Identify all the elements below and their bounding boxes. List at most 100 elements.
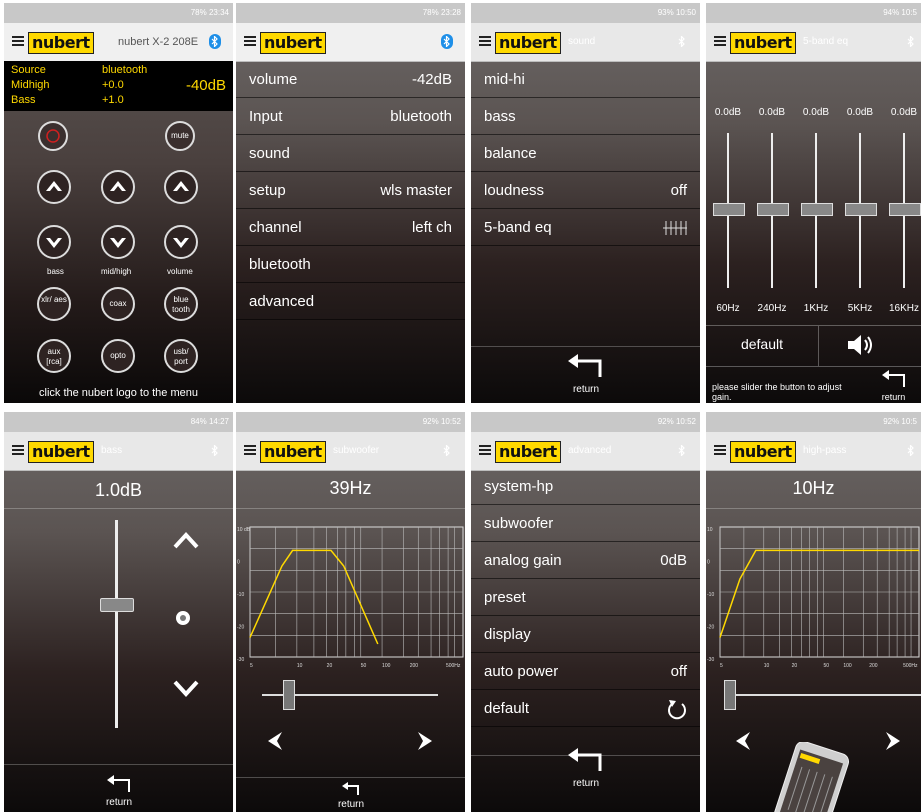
menu-item-label: preset: [484, 589, 526, 606]
return-button[interactable]: return: [94, 774, 144, 808]
frequency-down-button[interactable]: [266, 730, 284, 757]
bass-down-button[interactable]: [172, 678, 200, 703]
bluetooth-icon[interactable]: [209, 34, 221, 49]
menu-item-volume[interactable]: volume -42dB: [236, 61, 465, 98]
app-header: nubert nubert X-2 208E: [4, 23, 233, 62]
nubert-logo[interactable]: nubert: [28, 32, 94, 54]
source-coax-button[interactable]: coax: [101, 287, 135, 321]
frequency-down-button[interactable]: [734, 730, 752, 757]
return-button[interactable]: return: [556, 747, 616, 789]
info-display: Source bluetooth Midhigh +0.0 Bass +1.0 …: [4, 61, 233, 111]
bluetooth-icon[interactable]: [441, 34, 453, 49]
source-xlr-button[interactable]: xlr/ aes: [37, 287, 71, 321]
return-button[interactable]: return: [326, 782, 376, 810]
frequency-up-button[interactable]: [416, 730, 434, 757]
nubert-logo[interactable]: nubert: [260, 32, 326, 54]
menu-item-sound[interactable]: sound: [236, 135, 465, 172]
graph-tick-label: -30: [237, 657, 244, 663]
frequency-slider-thumb[interactable]: [724, 680, 736, 710]
menu-item-bass[interactable]: bass: [471, 98, 700, 135]
bluetooth-icon[interactable]: [676, 34, 688, 49]
status-bar: 92% 10:52: [236, 412, 465, 432]
bluetooth-icon[interactable]: [209, 443, 221, 458]
menu-item-label: balance: [484, 145, 537, 162]
eq-slider-thumb[interactable]: [889, 203, 921, 216]
eq-slider-thumb[interactable]: [713, 203, 745, 216]
bass-label: bass: [47, 267, 64, 276]
menu-item-5band-eq[interactable]: 5-band eq: [471, 209, 700, 246]
info-bass-key: Bass: [11, 94, 36, 106]
menu-item-midhi[interactable]: mid-hi: [471, 61, 700, 98]
bluetooth-icon[interactable]: [441, 443, 453, 458]
menu-icon[interactable]: [479, 36, 491, 46]
eq-gain-label: 0.0dB: [846, 107, 874, 118]
nubert-logo[interactable]: nubert: [730, 32, 796, 54]
menu-icon[interactable]: [12, 445, 24, 455]
source-usb-button[interactable]: usb/ port: [164, 339, 198, 373]
bluetooth-icon[interactable]: [676, 443, 688, 458]
app-header: nubert advanced: [471, 432, 700, 471]
menu-item-balance[interactable]: balance: [471, 135, 700, 172]
menu-item-advanced[interactable]: advanced: [236, 283, 465, 320]
mute-button[interactable]: mute: [165, 121, 195, 151]
source-bluetooth-button[interactable]: blue tooth: [164, 287, 198, 321]
nubert-logo[interactable]: nubert: [730, 441, 796, 463]
menu-item-value: left ch: [411, 219, 452, 236]
eq-slider-thumb[interactable]: [845, 203, 877, 216]
volume-down-button[interactable]: [164, 225, 198, 259]
menu-item-analog-gain[interactable]: analog gain 0dB: [471, 542, 700, 579]
nubert-logo[interactable]: nubert: [28, 441, 94, 463]
bass-up-button[interactable]: [172, 530, 200, 555]
menu-item-label: bluetooth: [249, 256, 311, 273]
midhigh-label: mid/high: [101, 267, 132, 276]
speaker-button[interactable]: [846, 333, 876, 362]
power-button[interactable]: [38, 121, 68, 151]
menu-item-value: wls master: [380, 182, 452, 199]
nubert-logo[interactable]: nubert: [260, 441, 326, 463]
app-header: nubert subwoofer: [236, 432, 465, 471]
eq-slider-thumb[interactable]: [801, 203, 833, 216]
midhigh-up-button[interactable]: [101, 170, 135, 204]
nubert-logo[interactable]: nubert: [495, 32, 561, 54]
eq-gain-label: 0.0dB: [890, 107, 918, 118]
menu-item-system-hp[interactable]: system-hp: [471, 468, 700, 505]
source-aux-button[interactable]: aux [rca]: [37, 339, 71, 373]
menu-item-input[interactable]: Input bluetooth: [236, 98, 465, 135]
return-button[interactable]: return: [556, 353, 616, 395]
bass-slider-thumb[interactable]: [100, 598, 134, 612]
volume-up-button[interactable]: [164, 170, 198, 204]
menu-item-default[interactable]: default: [471, 690, 700, 727]
nubert-logo[interactable]: nubert: [495, 441, 561, 463]
bass-slider-track[interactable]: [115, 520, 118, 728]
menu-item-preset[interactable]: preset: [471, 579, 700, 616]
menu-icon[interactable]: [244, 445, 256, 455]
source-opto-button[interactable]: opto: [101, 339, 135, 373]
menu-icon[interactable]: [714, 36, 726, 46]
bass-down-button[interactable]: [37, 225, 71, 259]
menu-icon[interactable]: [12, 36, 24, 46]
eq-slider-thumb[interactable]: [757, 203, 789, 216]
bluetooth-icon[interactable]: [905, 443, 917, 458]
frequency-up-button[interactable]: [884, 730, 902, 757]
menu-icon[interactable]: [244, 36, 256, 46]
menu-icon[interactable]: [479, 445, 491, 455]
bass-reset-button[interactable]: [176, 611, 190, 625]
bluetooth-icon[interactable]: [905, 34, 917, 49]
menu-item-bluetooth[interactable]: bluetooth: [236, 246, 465, 283]
graph-tick-label: 50: [361, 663, 367, 669]
menu-icon[interactable]: [714, 445, 726, 455]
menu-item-display[interactable]: display: [471, 616, 700, 653]
midhigh-down-button[interactable]: [101, 225, 135, 259]
frequency-slider-thumb[interactable]: [283, 680, 295, 710]
eq-icon: [663, 221, 687, 239]
menu-item-setup[interactable]: setup wls master: [236, 172, 465, 209]
eq-default-button[interactable]: default: [706, 326, 819, 366]
frequency-slider-track[interactable]: [726, 694, 921, 696]
return-icon: [568, 354, 602, 377]
return-button[interactable]: return: [871, 369, 916, 402]
bass-up-button[interactable]: [37, 170, 71, 204]
menu-item-channel[interactable]: channel left ch: [236, 209, 465, 246]
menu-item-auto-power[interactable]: auto power off: [471, 653, 700, 690]
menu-item-loudness[interactable]: loudness off: [471, 172, 700, 209]
menu-item-subwoofer[interactable]: subwoofer: [471, 505, 700, 542]
